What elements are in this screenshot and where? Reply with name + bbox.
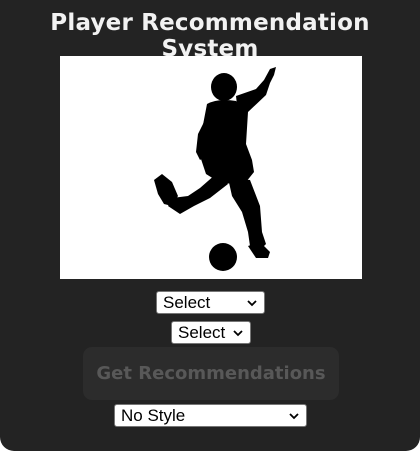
soccer-player-icon: [154, 67, 276, 271]
get-recommendations-button[interactable]: Get Recommendations: [83, 347, 339, 400]
secondary-select-value: Select: [178, 323, 226, 342]
chevron-down-icon: [247, 300, 257, 307]
player-image: [60, 56, 362, 279]
chevron-down-icon: [233, 330, 243, 337]
page-title: Player Recommendation System: [50, 10, 370, 62]
chevron-down-icon: [289, 413, 299, 420]
style-select[interactable]: No Style: [114, 404, 307, 427]
app-panel: Player Recommendation System Select Sele…: [0, 0, 420, 451]
secondary-select[interactable]: Select: [171, 321, 251, 344]
primary-select[interactable]: Select: [156, 291, 265, 314]
style-select-value: No Style: [121, 406, 186, 425]
primary-select-value: Select: [163, 293, 211, 312]
